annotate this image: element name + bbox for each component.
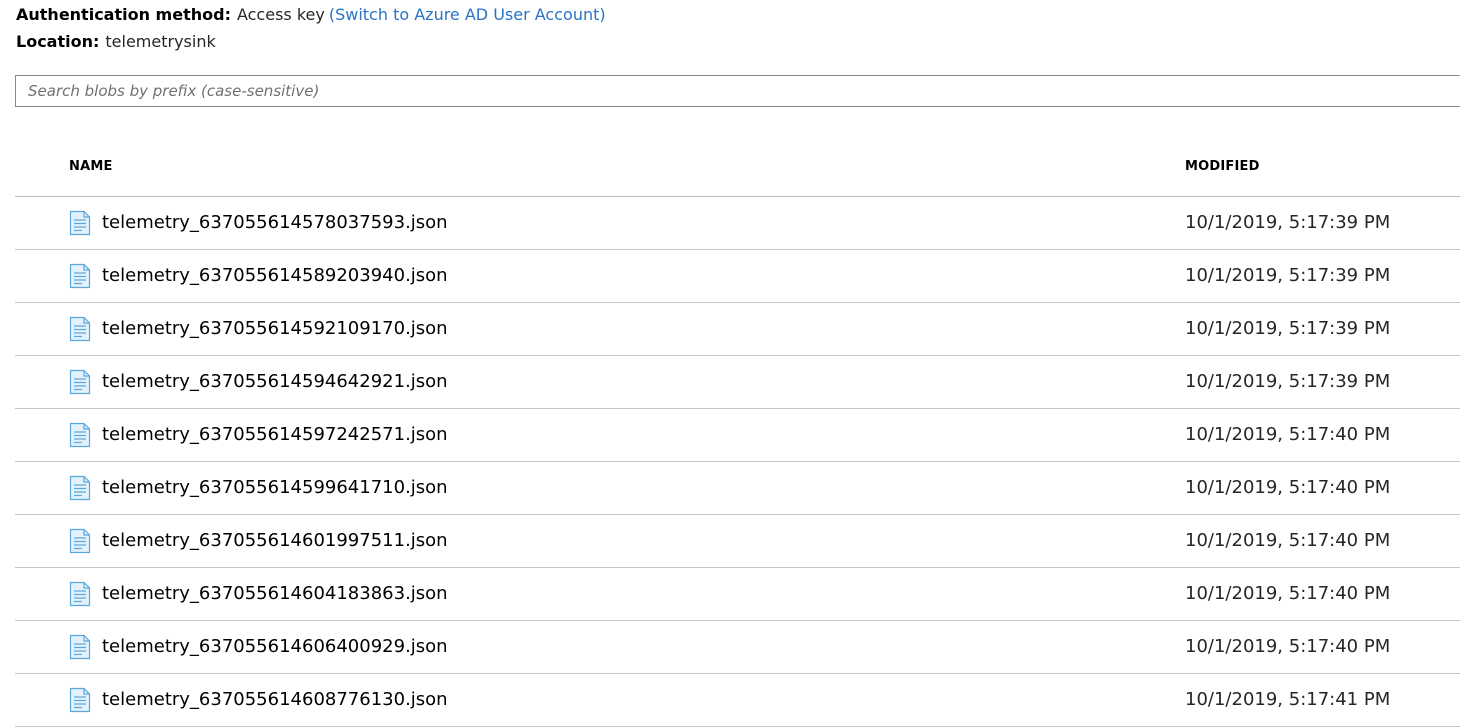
blob-modified: 10/1/2019, 5:17:40 PM — [1185, 477, 1391, 498]
json-file-icon — [69, 210, 91, 236]
table-row[interactable]: telemetry_637055614599641710.json 10/1/20… — [15, 462, 1460, 515]
auth-method-value: Access key — [236, 5, 325, 24]
blob-name[interactable]: telemetry_637055614604183863.json — [102, 582, 448, 606]
json-file-icon — [69, 634, 91, 660]
table-row[interactable]: telemetry_637055614604183863.json 10/1/20… — [15, 568, 1460, 621]
blob-name[interactable]: telemetry_637055614608776130.json — [102, 688, 448, 712]
blob-name[interactable]: telemetry_637055614592109170.json — [102, 317, 448, 341]
table-row[interactable]: telemetry_637055614578037593.json 10/1/20… — [15, 197, 1460, 250]
json-file-icon — [69, 422, 91, 448]
location-label: Location: — [16, 32, 100, 51]
blob-search-input[interactable] — [15, 75, 1460, 107]
blob-modified: 10/1/2019, 5:17:39 PM — [1185, 371, 1391, 392]
table-row[interactable]: telemetry_637055614608776130.json 10/1/20… — [15, 674, 1460, 727]
json-file-icon — [69, 581, 91, 607]
blob-modified: 10/1/2019, 5:17:41 PM — [1185, 689, 1391, 710]
column-header-name[interactable]: NAME — [69, 159, 113, 174]
blob-name[interactable]: telemetry_637055614599641710.json — [102, 476, 448, 500]
table-row[interactable]: telemetry_637055614597242571.json 10/1/20… — [15, 409, 1460, 462]
table-row[interactable]: telemetry_637055614606400929.json 10/1/20… — [15, 621, 1460, 674]
blob-name[interactable]: telemetry_637055614594642921.json — [102, 370, 448, 394]
json-file-icon — [69, 263, 91, 289]
json-file-icon — [69, 316, 91, 342]
blob-modified: 10/1/2019, 5:17:39 PM — [1185, 318, 1391, 339]
json-file-icon — [69, 687, 91, 713]
column-header-modified[interactable]: MODIFIED — [1185, 159, 1260, 174]
location-line: Location: telemetrysink — [16, 31, 606, 58]
blob-modified: 10/1/2019, 5:17:40 PM — [1185, 424, 1391, 445]
blob-modified: 10/1/2019, 5:17:40 PM — [1185, 530, 1391, 551]
json-file-icon — [69, 475, 91, 501]
blob-container-info: Authentication method: Access key (Switch … — [16, 4, 606, 58]
auth-method-line: Authentication method: Access key (Switch … — [16, 4, 606, 31]
json-file-icon — [69, 528, 91, 554]
blob-modified: 10/1/2019, 5:17:40 PM — [1185, 583, 1391, 604]
blob-name[interactable]: telemetry_637055614606400929.json — [102, 635, 448, 659]
blob-modified: 10/1/2019, 5:17:40 PM — [1185, 636, 1391, 657]
table-row[interactable]: telemetry_637055614594642921.json 10/1/20… — [15, 356, 1460, 409]
blob-modified: 10/1/2019, 5:17:39 PM — [1185, 212, 1391, 233]
blob-name[interactable]: telemetry_637055614597242571.json — [102, 423, 448, 447]
switch-auth-link[interactable]: (Switch to Azure AD User Account) — [329, 5, 606, 24]
table-row[interactable]: telemetry_637055614589203940.json 10/1/20… — [15, 250, 1460, 303]
table-body: telemetry_637055614578037593.json 10/1/20… — [15, 197, 1460, 727]
blob-modified: 10/1/2019, 5:17:39 PM — [1185, 265, 1391, 286]
blob-name[interactable]: telemetry_637055614589203940.json — [102, 264, 448, 288]
table-row[interactable]: telemetry_637055614601997511.json 10/1/20… — [15, 515, 1460, 568]
table-header: NAME MODIFIED — [15, 140, 1460, 197]
table-row[interactable]: telemetry_637055614592109170.json 10/1/20… — [15, 303, 1460, 356]
auth-method-label: Authentication method: — [16, 5, 231, 24]
blob-name[interactable]: telemetry_637055614601997511.json — [102, 529, 448, 553]
json-file-icon — [69, 369, 91, 395]
location-value: telemetrysink — [105, 32, 216, 51]
blob-name[interactable]: telemetry_637055614578037593.json — [102, 211, 448, 235]
blob-list-table: NAME MODIFIED telemetry_6370556145780375… — [15, 140, 1460, 727]
